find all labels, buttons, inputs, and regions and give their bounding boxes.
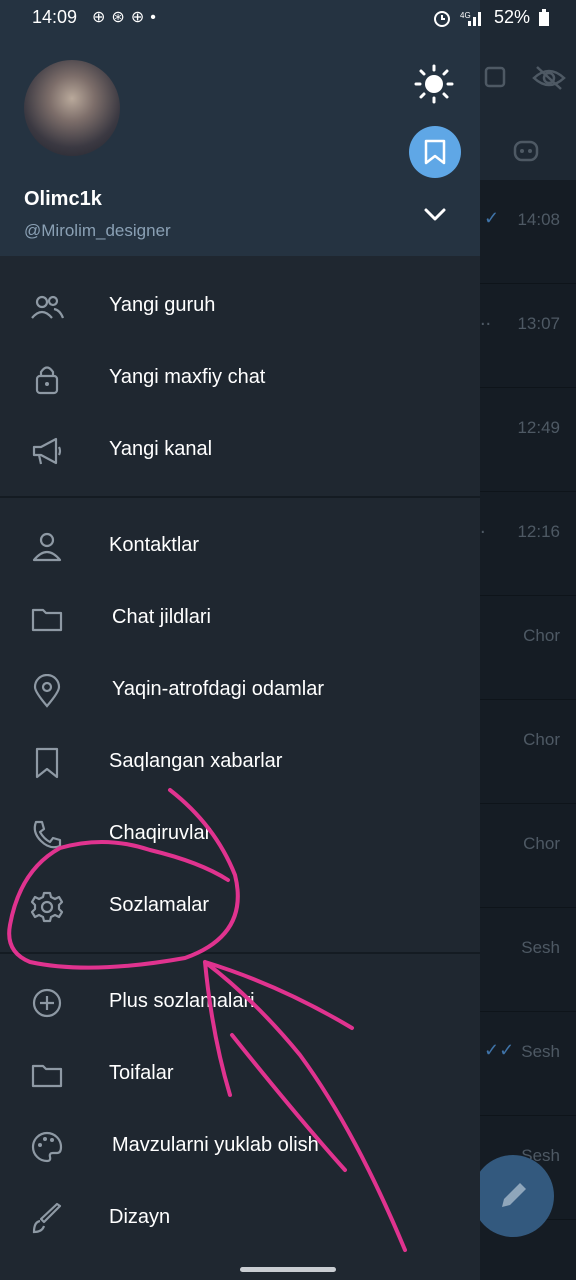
menu-item-design[interactable]: Dizayn [0, 1182, 480, 1254]
saved-messages-button[interactable] [409, 126, 461, 178]
status-time: 14:09 [32, 7, 78, 27]
chat-row[interactable]: Chor [480, 804, 576, 908]
location-pin-icon [33, 674, 61, 708]
pencil-icon [502, 1183, 526, 1207]
menu-item-contacts[interactable]: Kontaktlar [0, 510, 480, 582]
menu-item-new-channel[interactable]: Yangi kanal [0, 414, 480, 486]
svg-text:4G: 4G [460, 11, 471, 20]
menu-label: Chaqiruvlar [109, 822, 212, 844]
brush-icon [32, 1202, 62, 1234]
chat-row[interactable]: Chor [480, 700, 576, 804]
menu-label: Saqlangan xabarlar [109, 750, 283, 772]
bookmark-icon [35, 747, 59, 779]
divider [0, 952, 480, 954]
chat-row[interactable]: Chor [480, 596, 576, 700]
menu-label: Yangi guruh [109, 294, 216, 316]
megaphone-icon [32, 437, 62, 465]
chat-row[interactable]: 12:49 [480, 388, 576, 492]
menu-item-new-group[interactable]: Yangi guruh [0, 270, 480, 342]
compose-button[interactable] [472, 1155, 554, 1237]
chat-row[interactable]: ✓ 14:08 [480, 180, 576, 284]
lock-icon [35, 366, 59, 395]
chat-row[interactable]: Sesh [480, 908, 576, 1012]
menu-item-settings[interactable]: Sozlamalar [0, 870, 480, 942]
menu-label: Toifalar [109, 1062, 174, 1084]
chat-row[interactable]: ✓✓ Sesh [480, 1012, 576, 1116]
bookmark-icon [424, 139, 446, 165]
menu-item-categories[interactable]: Toifalar [0, 1038, 480, 1110]
menu-item-download-themes[interactable]: Mavzularni yuklab olish [0, 1110, 480, 1182]
profile-username: @Mirolim_designer [24, 221, 171, 240]
sun-icon[interactable] [414, 64, 454, 104]
divider [0, 496, 480, 498]
read-check-icon: ✓ [484, 208, 500, 228]
chat-row[interactable]: . 12:16 [480, 492, 576, 596]
menu-item-plus-settings[interactable]: Plus sozlamalari [0, 966, 480, 1038]
person-icon [32, 532, 62, 562]
profile-name: Olimc1k [24, 188, 102, 210]
menu-label: Kontaktlar [109, 534, 200, 556]
gear-icon [30, 891, 64, 923]
chevron-down-icon[interactable] [420, 200, 450, 230]
menu-label: Chat jildlari [112, 606, 211, 628]
menu-label: Yangi kanal [109, 438, 213, 460]
bot-icon[interactable] [510, 136, 542, 164]
box-icon[interactable] [484, 66, 508, 90]
menu-label: Plus sozlamalari [109, 990, 255, 1012]
gesture-bar[interactable] [240, 1267, 336, 1272]
phone-icon [33, 820, 62, 849]
menu-label: Yangi maxfiy chat [109, 366, 266, 388]
menu-label: Yaqin-atrofdagi odamlar [112, 678, 324, 700]
menu-item-saved-messages[interactable]: Saqlangan xabarlar [0, 726, 480, 798]
alarm-icon [433, 10, 450, 27]
group-icon [31, 295, 64, 319]
navigation-drawer: Olimc1k @Mirolim_designer Yangi guruh Ya… [0, 0, 480, 1280]
menu-label: Sozlamalar [109, 894, 210, 916]
status-bar: 14:09 ⊕⊛⊕• 4G 52% [0, 0, 576, 36]
chat-row[interactable]: .. 13:07 [480, 284, 576, 388]
signal-icon: 4G [460, 11, 481, 26]
folder-icon [31, 608, 63, 632]
hidden-eye-icon[interactable] [532, 64, 566, 92]
menu-item-chat-folders[interactable]: Chat jildlari [0, 582, 480, 654]
menu-item-calls[interactable]: Chaqiruvlar [0, 798, 480, 870]
menu-item-people-nearby[interactable]: Yaqin-atrofdagi odamlar [0, 654, 480, 726]
menu-label: Mavzularni yuklab olish [112, 1134, 319, 1156]
plus-circle-icon [32, 988, 62, 1018]
notification-icons: ⊕⊛⊕• [92, 9, 162, 26]
avatar[interactable] [24, 60, 120, 156]
drawer-header: Olimc1k @Mirolim_designer [0, 0, 480, 256]
double-check-icon: ✓✓ [484, 1040, 515, 1060]
battery-percent: 52% [493, 7, 530, 27]
battery-icon [539, 8, 549, 26]
menu-item-secret-chat[interactable]: Yangi maxfiy chat [0, 342, 480, 414]
menu-label: Dizayn [109, 1206, 171, 1228]
palette-icon [31, 1131, 63, 1163]
folder-icon [31, 1064, 63, 1088]
